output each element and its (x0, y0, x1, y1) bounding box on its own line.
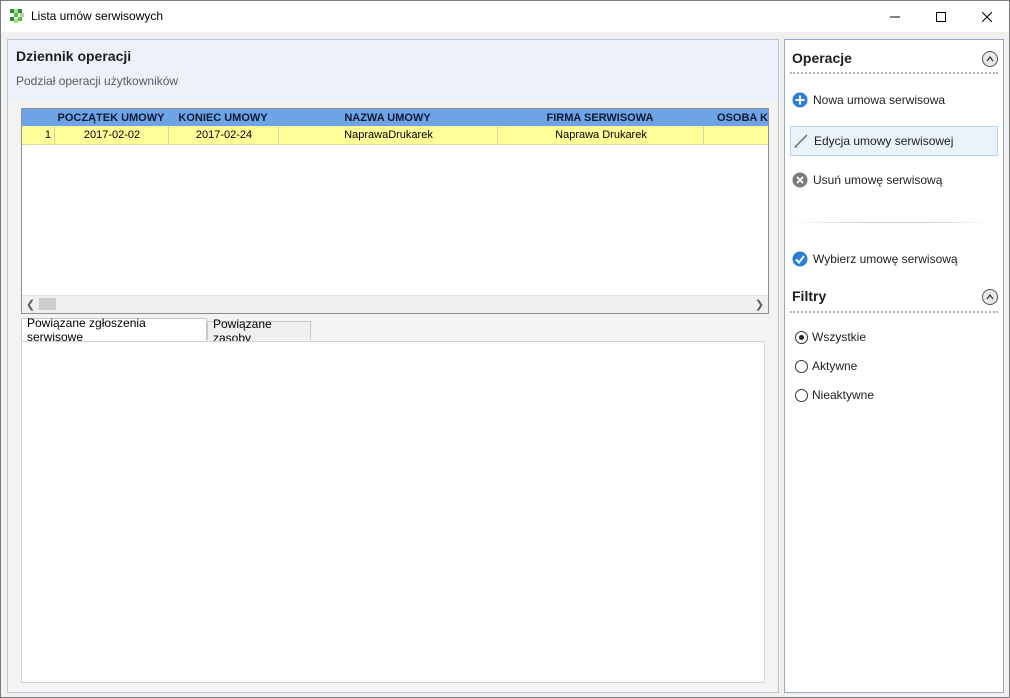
contracts-grid[interactable]: POCZĄTEK UMOWY KONIEC UMOWY NAZWA UMOWY … (21, 108, 769, 314)
end-date-cell: 2017-02-24 (168, 126, 279, 144)
chevron-up-icon (986, 56, 994, 62)
column-header-person[interactable]: OSOBA K (703, 109, 768, 126)
minimize-icon (890, 16, 900, 17)
new-contract-button[interactable]: Nowa umowa serwisowa (790, 86, 998, 114)
radio-inactive[interactable] (795, 388, 808, 402)
actions-panel: Operacje Nowa umowa serwisowa Edycja umo… (784, 39, 1004, 693)
filter-option-all[interactable]: Wszystkie (795, 330, 866, 344)
tab-content-area (21, 341, 765, 683)
close-button[interactable] (964, 1, 1010, 32)
operations-log-panel: Dziennik operacji Podział operacji użytk… (7, 39, 779, 693)
operations-divider (788, 222, 988, 223)
title-bar[interactable]: Lista umów serwisowych (1, 1, 1009, 32)
filter-option-label: Nieaktywne (812, 388, 875, 402)
edit-contract-label: Edycja umowy serwisowej (814, 134, 954, 148)
tab-related-requests[interactable]: Powiązane zgłoszenia serwisowe (21, 316, 207, 344)
delete-circle-icon (792, 172, 808, 188)
tab-related-assets[interactable]: Powiązane zasoby (207, 317, 311, 345)
minimize-button[interactable] (872, 1, 918, 32)
company-cell: Naprawa Drukarek (497, 126, 704, 144)
filter-option-active[interactable]: Aktywne (795, 359, 857, 373)
horizontal-scrollbar[interactable]: ❮ ❯ (22, 295, 768, 313)
delete-contract-label: Usuń umowę serwisową (813, 173, 943, 187)
filters-collapse-button[interactable] (982, 289, 998, 305)
check-circle-icon (792, 251, 808, 267)
application-window: Lista umów serwisowych Dziennik operacji… (0, 0, 1010, 698)
pencil-icon (794, 134, 808, 148)
filter-option-label: Wszystkie (812, 330, 866, 344)
chevron-up-icon (986, 294, 994, 300)
operations-section-divider (790, 72, 998, 74)
page-subtitle: Podział operacji użytkowników (16, 74, 179, 88)
select-contract-button[interactable]: Wybierz umowę serwisową (790, 245, 998, 273)
app-icon (10, 9, 24, 23)
grid-header: POCZĄTEK UMOWY KONIEC UMOWY NAZWA UMOWY … (22, 109, 768, 126)
plus-circle-icon (792, 92, 808, 108)
scroll-right-icon[interactable]: ❯ (751, 296, 768, 313)
person-cell (703, 126, 768, 144)
page-title: Dziennik operacji (16, 48, 132, 64)
contract-name-cell: NaprawaDrukarek (278, 126, 498, 144)
new-contract-label: Nowa umowa serwisowa (813, 93, 946, 107)
panel-header: Dziennik operacji Podział operacji użytk… (8, 40, 778, 100)
radio-active[interactable] (795, 359, 808, 373)
start-date-cell: 2017-02-02 (54, 126, 169, 144)
column-header-start[interactable]: POCZĄTEK UMOWY (54, 109, 168, 126)
column-header-end[interactable]: KONIEC UMOWY (168, 109, 278, 126)
table-row[interactable]: 1 2017-02-02 2017-02-24 NaprawaDrukarek … (22, 126, 768, 145)
delete-contract-button[interactable]: Usuń umowę serwisową (790, 166, 998, 194)
edit-contract-button[interactable]: Edycja umowy serwisowej (790, 126, 998, 156)
maximize-icon (936, 11, 946, 22)
filter-option-inactive[interactable]: Nieaktywne (795, 388, 874, 402)
row-index-cell: 1 (44, 129, 51, 141)
radio-all[interactable] (795, 330, 808, 344)
column-header-company[interactable]: FIRMA SERWISOWA (497, 109, 703, 126)
filters-section-title: Filtry (792, 288, 827, 304)
maximize-button[interactable] (918, 1, 964, 32)
filter-option-label: Aktywne (812, 359, 858, 373)
scrollbar-thumb[interactable] (39, 298, 56, 310)
close-icon (982, 11, 992, 22)
column-header-name[interactable]: NAZWA UMOWY (278, 109, 497, 126)
column-header-index[interactable] (22, 109, 54, 126)
filters-section-divider (790, 311, 998, 313)
operations-section-title: Operacje (792, 50, 852, 66)
select-contract-label: Wybierz umowę serwisową (813, 252, 958, 266)
window-title: Lista umów serwisowych (31, 9, 164, 23)
scroll-left-icon[interactable]: ❮ (22, 296, 39, 313)
operations-collapse-button[interactable] (982, 51, 998, 67)
